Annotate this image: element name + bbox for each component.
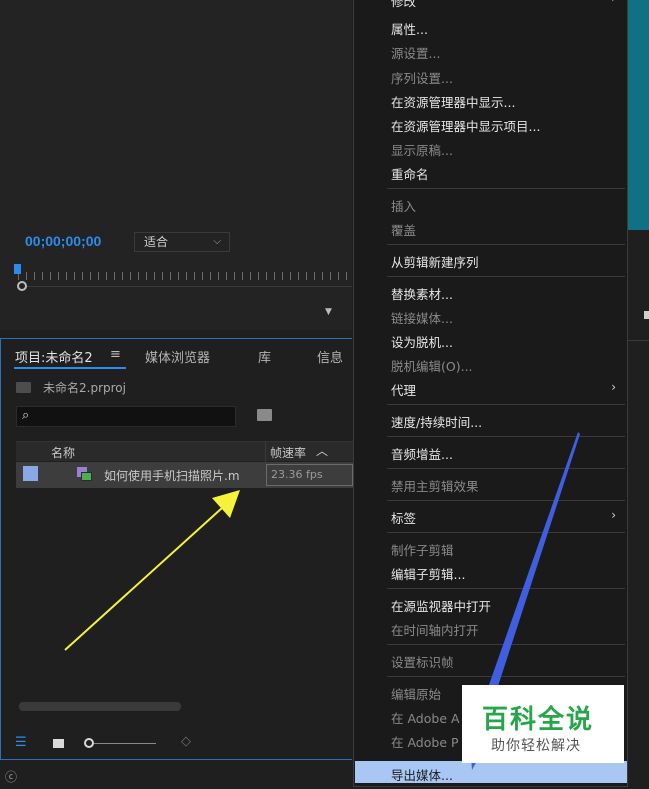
project-file-name: 未命名2.prproj: [43, 381, 126, 395]
new-bin-icon[interactable]: [257, 409, 272, 421]
context-menu: 修改 › 属性... 源设置... 序列设置... 在资源管理器中显示... 在…: [353, 0, 628, 787]
tab-project[interactable]: 项目:未命名2: [15, 347, 93, 366]
menu-item-source-settings[interactable]: 源设置...: [391, 43, 440, 62]
sequence-icon: [77, 467, 92, 481]
menu-separator: [387, 468, 625, 469]
column-name[interactable]: 名称: [51, 444, 75, 461]
in-point-icon[interactable]: [17, 281, 27, 291]
menu-item-speed-duration[interactable]: 速度/持续时间...: [391, 412, 482, 431]
menu-item-properties[interactable]: 属性...: [391, 19, 428, 38]
menu-item-link-media[interactable]: 链接媒体...: [391, 308, 453, 327]
active-tab-indicator: [14, 367, 126, 369]
menu-item-open-in-timeline[interactable]: 在时间轴内打开: [391, 620, 479, 639]
menu-item-new-sequence[interactable]: 从剪辑新建序列: [391, 252, 479, 271]
right-panel-button[interactable]: [644, 311, 649, 319]
menu-item-sequence-settings[interactable]: 序列设置...: [391, 68, 453, 87]
panel-menu-icon[interactable]: ≡: [110, 347, 121, 362]
marker-icon[interactable]: ▼: [325, 307, 333, 317]
watermark-subtitle: 助你轻松解决: [491, 738, 581, 754]
menu-separator: [387, 500, 625, 501]
menu-separator: [387, 676, 625, 677]
menu-item-make-subclip[interactable]: 制作子剪辑: [391, 540, 454, 559]
scrub-bar[interactable]: [27, 286, 352, 287]
menu-item-edit-in-audition[interactable]: 在 Adobe A: [391, 708, 460, 727]
sort-ascending-icon[interactable]: ︿: [316, 442, 328, 459]
panel-tabs: 项目:未命名2 ≡ 媒体浏览器 库 信息: [1, 339, 353, 369]
project-file-path: 未命名2.prproj: [16, 379, 126, 396]
tab-media-browser[interactable]: 媒体浏览器: [145, 347, 210, 366]
menu-separator: [387, 244, 625, 245]
menu-separator: [387, 276, 625, 277]
timeline-panel-edge: [628, 340, 649, 760]
timecode-display[interactable]: 00;00;00;00: [25, 233, 101, 249]
tab-library[interactable]: 库: [258, 347, 271, 366]
menu-item-label[interactable]: 标签: [391, 508, 416, 527]
menu-item-edit-original[interactable]: 编辑原始: [391, 684, 441, 703]
menu-item-reveal-project[interactable]: 在资源管理器中显示项目...: [391, 116, 540, 135]
menu-item-disable-master-effects[interactable]: 禁用主剪辑效果: [391, 476, 479, 495]
menu-item-rename[interactable]: 重命名: [391, 164, 429, 183]
chevron-right-icon: ›: [611, 508, 616, 522]
menu-item-export-media[interactable]: 导出媒体...: [391, 765, 453, 784]
column-divider[interactable]: [265, 442, 266, 462]
menu-item-modify[interactable]: 修改: [391, 0, 416, 10]
menu-separator: [387, 404, 625, 405]
menu-separator: [387, 436, 625, 437]
chevron-right-icon: ›: [611, 380, 616, 394]
item-fps: 23.36 fps: [266, 464, 353, 486]
playhead-icon[interactable]: [14, 264, 21, 274]
menu-item-reveal-in-explorer[interactable]: 在资源管理器中显示...: [391, 92, 515, 111]
list-view-icon[interactable]: ☰: [15, 735, 27, 750]
zoom-slider-track[interactable]: [94, 743, 156, 744]
column-fps[interactable]: 帧速率: [270, 444, 306, 461]
table-row[interactable]: 如何使用手机扫描照片.m 23.36 fps: [16, 462, 353, 488]
menu-item-edit-in-photoshop[interactable]: 在 Adobe P: [391, 732, 459, 751]
column-header: 名称 帧速率 ︿: [16, 441, 353, 462]
menu-separator: [387, 644, 625, 645]
menu-item-edit-offline[interactable]: 脱机编辑(O)...: [391, 356, 473, 375]
menu-item-open-source-monitor[interactable]: 在源监视器中打开: [391, 596, 491, 615]
search-icon: ⌕: [22, 408, 30, 423]
menu-separator: [387, 188, 625, 189]
time-ruler[interactable]: [14, 264, 352, 282]
menu-item-replace-footage[interactable]: 替换素材...: [391, 284, 453, 303]
chevron-right-icon: ›: [611, 0, 616, 5]
source-monitor: 00;00;00;00 适合 ⌵ ▼: [0, 0, 352, 330]
menu-item-audio-gain[interactable]: 音频增益...: [391, 444, 453, 463]
program-monitor-edge: [628, 0, 649, 230]
menu-separator: [387, 532, 625, 533]
fit-dropdown-label: 适合: [144, 235, 169, 249]
search-input[interactable]: ⌕: [16, 406, 236, 427]
sort-icons-icon[interactable]: ◇: [181, 734, 191, 749]
menu-item-show-original[interactable]: 显示原稿...: [391, 140, 453, 159]
menu-item-overwrite[interactable]: 覆盖: [391, 220, 416, 239]
panel-footer: ☰ ◇: [1, 732, 353, 758]
menu-item-make-offline[interactable]: 设为脱机...: [391, 332, 453, 351]
menu-item-proxy[interactable]: 代理: [391, 380, 416, 399]
fit-dropdown[interactable]: 适合 ⌵: [134, 232, 230, 252]
chevron-down-icon: ⌵: [213, 236, 221, 247]
icon-view-icon[interactable]: [53, 739, 64, 748]
menu-item-set-poster-frame[interactable]: 设置标识帧: [391, 652, 454, 671]
creative-cloud-icon[interactable]: ⓒ: [5, 768, 17, 785]
menu-item-edit-subclip[interactable]: 编辑子剪辑...: [391, 564, 465, 583]
watermark-title: 百科全说: [482, 705, 595, 735]
project-panel: 项目:未命名2 ≡ 媒体浏览器 库 信息 未命名2.prproj ⌕ 名称 帧速…: [0, 338, 353, 760]
zoom-slider-handle[interactable]: [84, 738, 94, 748]
premiere-window: 00;00;00;00 适合 ⌵ ▼ 项目:未命名2 ≡ 媒体浏览器 库 信息 …: [0, 0, 649, 789]
ruler-ticks: [18, 272, 352, 280]
watermark-badge: 百科全说 助你轻松解决: [462, 685, 624, 763]
project-file-icon: [16, 382, 31, 393]
menu-separator: [387, 588, 625, 589]
tab-info[interactable]: 信息: [317, 347, 343, 366]
item-name: 如何使用手机扫描照片.m: [104, 469, 240, 483]
menu-item-insert[interactable]: 插入: [391, 196, 416, 215]
horizontal-scrollbar[interactable]: [19, 702, 181, 711]
label-color-swatch[interactable]: [23, 466, 38, 481]
